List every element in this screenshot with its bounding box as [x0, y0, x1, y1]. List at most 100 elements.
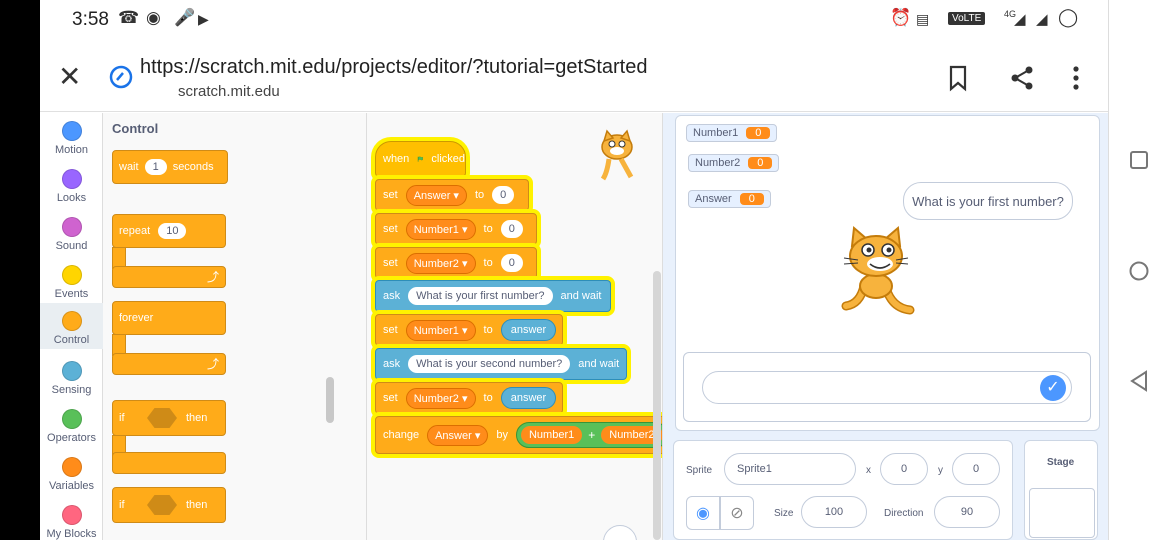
y-input[interactable]: 0 [952, 453, 1000, 485]
variable-dropdown[interactable]: Number1 ▾ [405, 218, 476, 240]
set-number2-answer-block[interactable]: set Number2 ▾ to answer [375, 382, 563, 414]
green-flag-icon [418, 156, 424, 162]
looks-dot-icon [61, 169, 82, 189]
set-label: set [383, 189, 398, 201]
forever-loop-icon: ⤴ [112, 353, 226, 375]
variable-dropdown[interactable]: Number2 ▾ [405, 387, 476, 409]
operators-dot-icon [61, 409, 82, 429]
stage-area: Number1 0 Number2 0 Answer 0 What is you… [663, 113, 1108, 540]
stage-thumbnail[interactable] [1029, 488, 1095, 538]
var-name: Number1 [413, 223, 459, 236]
repeat-input[interactable]: 10 [158, 223, 187, 239]
set-value-input[interactable]: 0 [492, 186, 515, 204]
forever-label: forever [119, 312, 154, 324]
workspace-scrollbar[interactable] [653, 271, 661, 540]
add-operator-block[interactable]: Number1 + Number2 [515, 422, 662, 448]
more-vert-icon[interactable] [1070, 65, 1082, 91]
device-screen: 3:58 ☎ ◉ 🎤 ▶ ⏰ ▤ VoLTE 4G ◢ ◢ ◯ ✕ https:… [0, 0, 1170, 540]
left-bezel [0, 0, 40, 540]
zoom-button[interactable] [603, 525, 637, 540]
to-label: to [483, 257, 493, 269]
variable-dropdown[interactable]: Answer ▾ [427, 424, 489, 446]
set-label: set [383, 324, 398, 336]
ask-question-input[interactable]: What is your second number? [408, 355, 571, 373]
sprite-thumbnail-cat-icon [600, 129, 634, 181]
to-label: to [474, 189, 485, 201]
set-value-input[interactable]: 0 [500, 220, 523, 238]
category-my-blocks[interactable]: My Blocks [40, 505, 103, 540]
check-icon[interactable]: ✓ [1040, 375, 1066, 401]
stage-label: Stage [1047, 457, 1075, 468]
status-time: 3:58 [72, 9, 109, 30]
hide-sprite-eye-icon[interactable]: ⊘ [720, 496, 754, 530]
var-name: Number2 [413, 392, 459, 405]
share-icon[interactable] [1008, 64, 1036, 92]
sound-dot-icon [61, 217, 82, 237]
when-flag-clicked-block[interactable]: when clicked [375, 141, 466, 177]
ask-second-block[interactable]: ask What is your second number? and wait [375, 348, 627, 380]
set-answer-block[interactable]: set Answer ▾ to 0 [375, 179, 529, 211]
category-control[interactable]: Control [40, 303, 103, 349]
change-answer-block[interactable]: change Answer ▾ by Number1 + Number2 [375, 416, 662, 454]
home-icon[interactable] [1128, 260, 1150, 282]
palette-scrollbar[interactable] [326, 377, 334, 423]
ask-label: ask [383, 290, 401, 302]
variable-dropdown[interactable]: Answer ▾ [405, 184, 467, 206]
to-label: to [483, 392, 493, 404]
size-input[interactable]: 100 [801, 496, 867, 528]
repeat-block[interactable]: repeat 10 ⤴ [112, 214, 226, 288]
answer-reporter[interactable]: answer [500, 319, 557, 341]
x-input[interactable]: 0 [880, 453, 928, 485]
if-condition-slot[interactable] [147, 408, 177, 428]
number1-reporter[interactable]: Number1 [520, 426, 583, 444]
var-name: Number2 [413, 257, 459, 270]
if-block-2[interactable]: if then [112, 487, 226, 540]
ask-question-input[interactable]: What is your first number? [408, 287, 553, 305]
set-number1-answer-block[interactable]: set Number1 ▾ to answer [375, 314, 563, 346]
if-footer [112, 452, 226, 474]
category-label: Motion [54, 144, 89, 156]
category-looks[interactable]: Looks [40, 169, 103, 204]
bookmark-icon[interactable] [946, 64, 970, 92]
status-bar: 3:58 ☎ ◉ 🎤 ▶ ⏰ ▤ VoLTE 4G ◢ ◢ ◯ [40, 0, 1108, 40]
set-label: set [383, 392, 398, 404]
show-sprite-eye-icon[interactable]: ◉ [686, 496, 720, 530]
category-operators[interactable]: Operators [40, 409, 103, 444]
set-number1-block[interactable]: set Number1 ▾ to 0 [375, 213, 537, 245]
if-block[interactable]: if then [112, 400, 226, 476]
to-label: to [483, 324, 493, 336]
by-label: by [496, 429, 508, 441]
sprite-label: Sprite [686, 465, 713, 476]
set-value-input[interactable]: 0 [500, 254, 523, 272]
url-text[interactable]: https://scratch.mit.edu/projects/editor/… [140, 56, 647, 79]
category-motion[interactable]: Motion [40, 121, 103, 156]
variable-dropdown[interactable]: Number2 ▾ [405, 252, 476, 274]
variable-dropdown[interactable]: Number1 ▾ [405, 319, 476, 341]
to-label: to [483, 223, 493, 235]
sprite-name-input[interactable]: Sprite1 [724, 453, 856, 485]
if2-condition-slot[interactable] [147, 495, 177, 515]
category-sensing[interactable]: Sensing [40, 361, 103, 396]
close-icon[interactable]: ✕ [58, 60, 81, 93]
speech-bubble: What is your first number? [903, 182, 1073, 220]
ask-first-block[interactable]: ask What is your first number? and wait [375, 280, 611, 312]
category-sound[interactable]: Sound [40, 217, 103, 252]
recents-icon[interactable] [1129, 150, 1149, 170]
set-label: set [383, 257, 398, 269]
wait-block[interactable]: wait 1 seconds [112, 150, 228, 184]
if2-header: if then [112, 487, 226, 523]
stage: Number1 0 Number2 0 Answer 0 What is you… [675, 115, 1100, 431]
category-variables[interactable]: Variables [40, 457, 103, 492]
forever-block[interactable]: forever ⤴ [112, 301, 226, 375]
wait-input[interactable]: 1 [144, 159, 167, 175]
answer-reporter[interactable]: answer [500, 387, 557, 409]
stage-selector[interactable]: Stage [1024, 440, 1098, 540]
category-events[interactable]: Events [40, 265, 103, 300]
signal2-icon: ◢ [1036, 11, 1048, 28]
ask-answer-input[interactable]: ✓ [702, 371, 1072, 404]
mic-icon: 🎤 [174, 8, 196, 27]
back-icon[interactable] [1129, 370, 1149, 392]
direction-input[interactable]: 90 [934, 496, 1000, 528]
url-host: scratch.mit.edu [178, 83, 280, 100]
set-number2-block[interactable]: set Number2 ▾ to 0 [375, 247, 537, 279]
